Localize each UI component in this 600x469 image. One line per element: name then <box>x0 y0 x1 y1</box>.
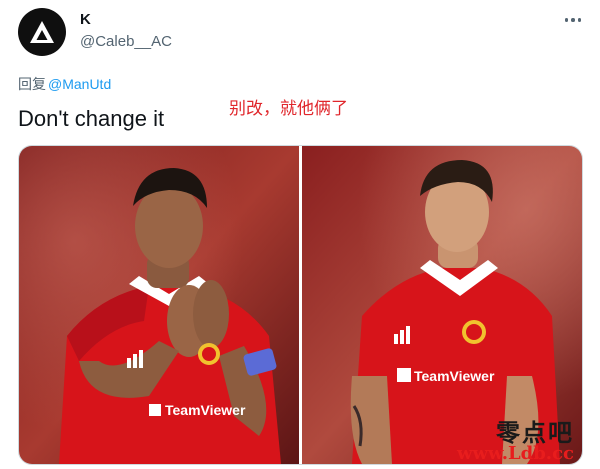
svg-text:TeamViewer: TeamViewer <box>165 402 246 418</box>
overlay-caption: 别改，就他俩了 <box>229 99 348 119</box>
watermark: 零点吧 www.Ldb.cc <box>457 420 574 464</box>
tweet-card: K @Caleb__AC 回复 @ManUtd Don't change it 别… <box>0 0 600 469</box>
reply-prefix: 回复 <box>18 76 46 92</box>
display-name[interactable]: K <box>80 11 91 28</box>
triangle-logo-icon <box>30 21 54 43</box>
watermark-top: 零点吧 <box>496 417 574 447</box>
media-grid: TeamViewer TeamViewer 零点吧 www.Ldb.cc <box>18 145 583 465</box>
reply-context: 回复 @ManUtd <box>18 74 111 94</box>
photo-right[interactable]: TeamViewer <box>302 146 582 464</box>
photo-left[interactable]: TeamViewer <box>19 146 299 464</box>
user-handle[interactable]: @Caleb__AC <box>80 33 172 50</box>
watermark-bottom: www.Ldb.cc <box>457 443 574 465</box>
player-photo-right: TeamViewer <box>302 146 582 464</box>
tweet-text: Don't change it <box>18 106 165 131</box>
svg-text:TeamViewer: TeamViewer <box>414 368 495 384</box>
more-dots-icon <box>564 18 569 22</box>
mention-link[interactable]: @ManUtd <box>48 76 111 92</box>
more-options-button[interactable] <box>560 10 586 30</box>
avatar[interactable] <box>18 8 66 56</box>
player-photo-left: TeamViewer <box>19 146 299 464</box>
